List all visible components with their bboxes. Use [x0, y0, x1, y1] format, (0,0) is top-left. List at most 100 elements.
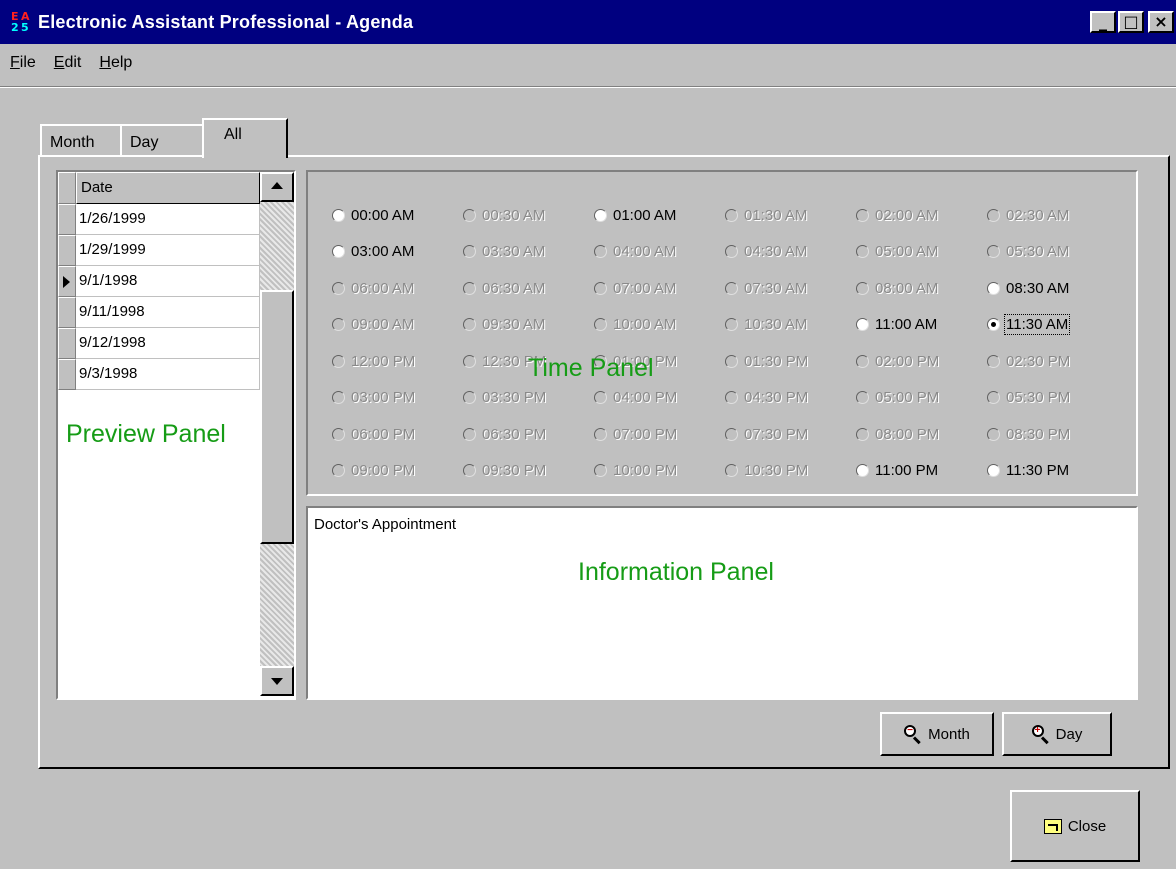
- scroll-thumb[interactable]: [260, 290, 294, 544]
- time-slot-label: 04:00 PM: [613, 389, 678, 407]
- tab-day[interactable]: Day: [120, 124, 204, 157]
- time-slot-label: 03:30 PM: [482, 389, 547, 407]
- menu-edit[interactable]: Edit: [54, 54, 82, 72]
- radio-circle-icon: [725, 354, 738, 368]
- time-slot-radio: 05:30 AM: [987, 234, 1118, 271]
- radio-circle-icon: [725, 208, 738, 222]
- date-cell[interactable]: 1/26/1999: [76, 204, 260, 235]
- time-slot-label: 05:30 PM: [1006, 389, 1071, 407]
- app-icon[interactable]: E A 2 5: [10, 10, 34, 34]
- menu-file-label: ile: [19, 54, 36, 71]
- minimize-button[interactable]: _: [1090, 11, 1116, 33]
- maximize-button[interactable]: □: [1118, 11, 1144, 33]
- table-row[interactable]: 9/3/1998: [58, 359, 260, 390]
- radio-circle-icon: [725, 281, 738, 295]
- time-slot-label: 08:30 PM: [1006, 425, 1071, 443]
- radio-circle-icon: [332, 208, 345, 222]
- date-cell[interactable]: 1/29/1999: [76, 235, 260, 266]
- time-panel: 00:00 AM 00:30 AM 01:00 AM 01:30 AM 02:00 AM…: [306, 170, 1138, 496]
- table-row[interactable]: 9/12/1998: [58, 328, 260, 359]
- row-selector[interactable]: [58, 328, 76, 359]
- tab-all[interactable]: All: [202, 118, 288, 158]
- time-slot-radio[interactable]: 00:00 AM: [332, 197, 463, 234]
- time-slot-radio: 06:30 AM: [463, 270, 594, 307]
- time-slot-radio[interactable]: 01:00 AM: [594, 197, 725, 234]
- time-slot-radio: 05:30 PM: [987, 380, 1118, 417]
- time-slot-label: 03:30 AM: [482, 243, 546, 261]
- date-cell[interactable]: 9/1/1998: [76, 266, 260, 297]
- time-slot-label: 01:30 AM: [744, 206, 808, 224]
- preview-scrollbar[interactable]: [260, 172, 294, 696]
- scroll-up-button[interactable]: [260, 172, 294, 202]
- menu-file[interactable]: File: [10, 54, 36, 72]
- radio-circle-icon: [332, 464, 345, 478]
- time-slot-label: 04:00 AM: [613, 243, 677, 261]
- radio-circle-icon: [463, 318, 476, 332]
- radio-circle-icon: [463, 245, 476, 259]
- zoom-in-icon: +: [1031, 725, 1050, 745]
- time-slot-radio: 06:00 AM: [332, 270, 463, 307]
- preview-panel-annotation: Preview Panel: [66, 420, 226, 448]
- row-selector[interactable]: [58, 297, 76, 328]
- information-panel-annotation: Information Panel: [578, 558, 774, 586]
- time-slot-radio: 01:30 PM: [725, 343, 856, 380]
- menu-help[interactable]: Help: [99, 54, 132, 72]
- zoom-day-button[interactable]: + Day: [1002, 712, 1112, 756]
- grid-corner: [58, 172, 76, 204]
- time-slot-radio: 02:00 PM: [856, 343, 987, 380]
- date-list: 1/26/1999 1/29/1999 9/1/1998 9/11/1998 9/12/…: [58, 204, 260, 390]
- time-slot-radio: 10:00 AM: [594, 307, 725, 344]
- time-slot-label: 05:30 AM: [1006, 243, 1070, 261]
- close-window-button[interactable]: ×: [1148, 11, 1174, 33]
- date-cell[interactable]: 9/3/1998: [76, 359, 260, 390]
- row-selector[interactable]: [58, 359, 76, 390]
- scroll-down-button[interactable]: [260, 666, 294, 696]
- time-slot-label: 08:00 PM: [875, 425, 940, 443]
- time-slot-radio[interactable]: 03:00 AM: [332, 234, 463, 271]
- table-row[interactable]: 1/26/1999: [58, 204, 260, 235]
- time-slot-label: 00:00 AM: [351, 206, 415, 224]
- time-slot-radio[interactable]: 11:30 PM: [987, 453, 1118, 490]
- table-row[interactable]: 1/29/1999: [58, 235, 260, 266]
- tab-month[interactable]: Month: [40, 124, 122, 157]
- time-slot-radio: 00:30 AM: [463, 197, 594, 234]
- time-slot-label: 07:30 PM: [744, 425, 809, 443]
- time-slot-label: 10:00 PM: [613, 462, 678, 480]
- zoom-month-button[interactable]: − Month: [880, 712, 994, 756]
- time-slot-label: 11:30 AM: [1003, 314, 1071, 336]
- radio-circle-icon: [856, 464, 869, 478]
- time-slot-radio[interactable]: 11:00 AM: [856, 307, 987, 344]
- time-slot-radio[interactable]: 11:00 PM: [856, 453, 987, 490]
- row-selector[interactable]: [58, 266, 76, 297]
- radio-circle-icon: [987, 281, 1000, 295]
- radio-circle-icon: [332, 391, 345, 405]
- time-slot-radio: 03:30 AM: [463, 234, 594, 271]
- date-cell[interactable]: 9/11/1998: [76, 297, 260, 328]
- close-button[interactable]: Close: [1010, 790, 1140, 862]
- time-slot-radio: 06:30 PM: [463, 416, 594, 453]
- radio-circle-icon: [332, 281, 345, 295]
- radio-circle-icon: [463, 354, 476, 368]
- radio-circle-icon: [463, 391, 476, 405]
- time-slot-radio: 06:00 PM: [332, 416, 463, 453]
- radio-circle-icon: [594, 208, 607, 222]
- time-slot-radio[interactable]: 08:30 AM: [987, 270, 1118, 307]
- time-slot-radio[interactable]: 11:30 AM: [987, 307, 1118, 344]
- time-slot-radio: 09:00 AM: [332, 307, 463, 344]
- table-row[interactable]: 9/11/1998: [58, 297, 260, 328]
- time-slot-label: 11:00 PM: [875, 462, 939, 480]
- menu-help-accel: H: [99, 54, 111, 71]
- information-panel[interactable]: Doctor's Appointment: [306, 506, 1138, 700]
- row-selector[interactable]: [58, 235, 76, 266]
- radio-circle-icon: [463, 208, 476, 222]
- time-slot-radio: 09:30 PM: [463, 453, 594, 490]
- row-selector[interactable]: [58, 204, 76, 235]
- time-slot-radio: 10:30 PM: [725, 453, 856, 490]
- time-slot-radio: 02:00 AM: [856, 197, 987, 234]
- column-header-date[interactable]: Date: [76, 172, 260, 204]
- date-cell[interactable]: 9/12/1998: [76, 328, 260, 359]
- time-slot-radio: 04:30 PM: [725, 380, 856, 417]
- time-slot-label: 10:30 AM: [744, 316, 808, 334]
- table-row[interactable]: 9/1/1998: [58, 266, 260, 297]
- radio-circle-icon: [725, 427, 738, 441]
